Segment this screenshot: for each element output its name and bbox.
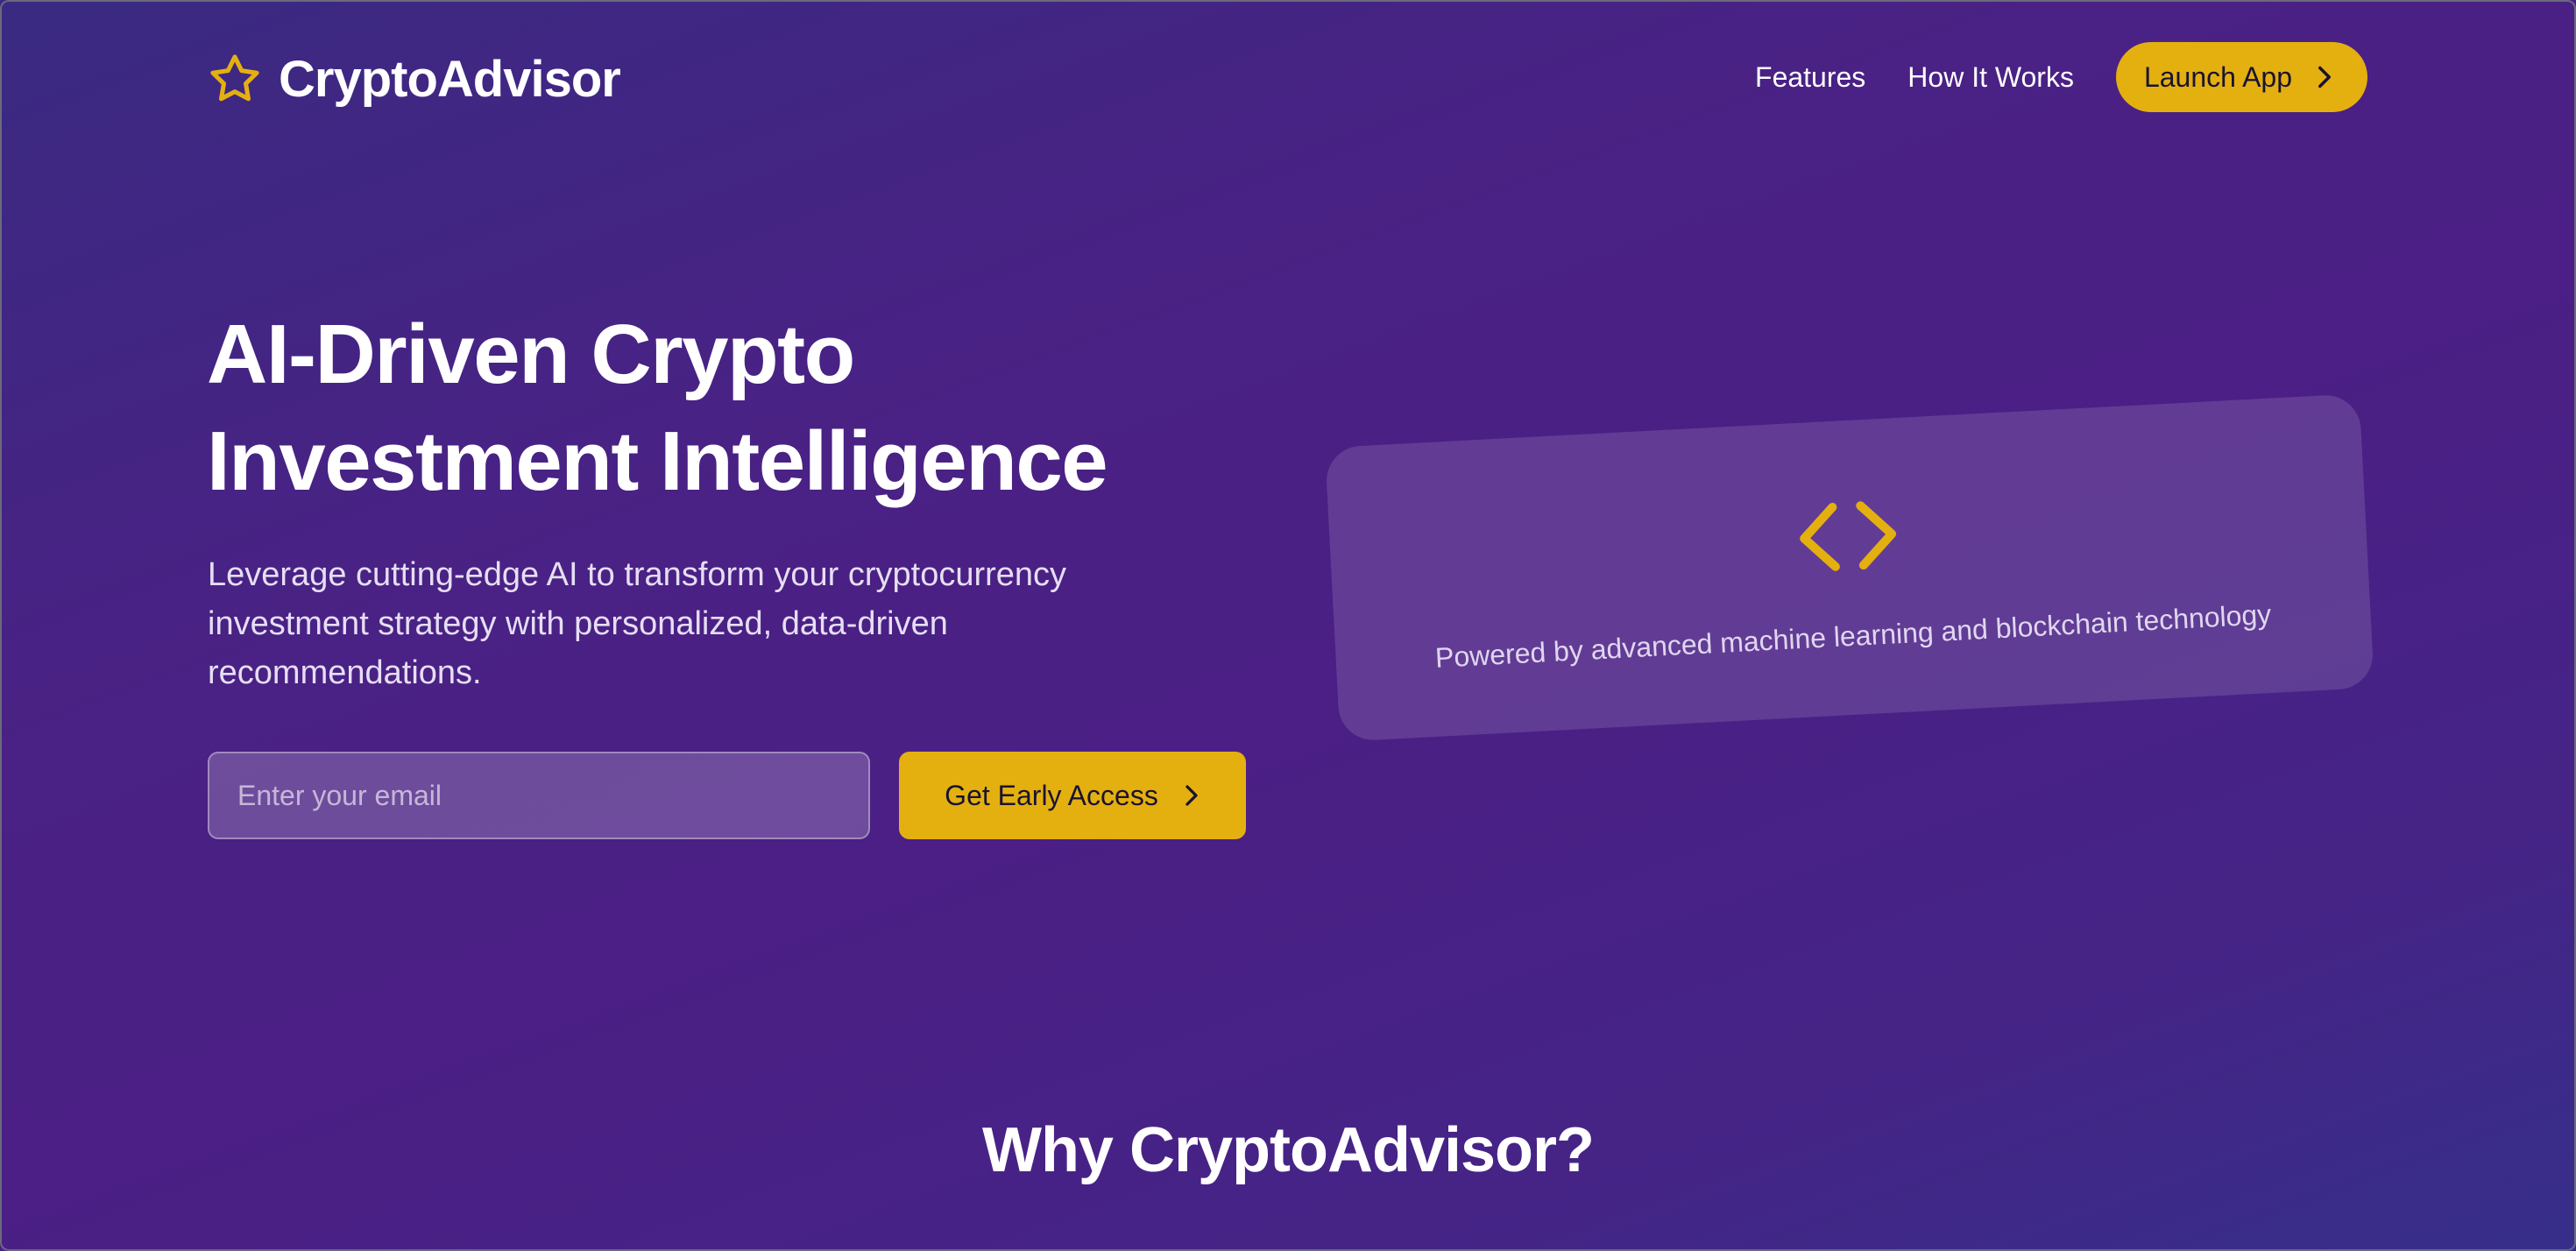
chevron-right-icon (1185, 785, 1198, 806)
chevron-right-icon (2318, 66, 2331, 88)
top-nav: CryptoAdvisor Features How It Works Laun… (0, 0, 2576, 158)
star-icon (210, 54, 259, 102)
section-title: Why CryptoAdvisor? (981, 1115, 1595, 1185)
email-input[interactable] (208, 752, 870, 839)
technology-caption: Powered by advanced machine learning and… (1434, 597, 2273, 674)
launch-app-button[interactable]: Launch App (2115, 42, 2367, 112)
get-early-access-button[interactable]: Get Early Access (899, 752, 1246, 839)
hero-title-line-1: AI-Driven Crypto (207, 307, 855, 401)
hero-title-line-2: Investment Intelligence (207, 414, 1108, 508)
launch-app-label: Launch App (2143, 60, 2292, 93)
hero-subtitle: Leverage cutting-edge AI to transform yo… (208, 556, 1067, 691)
nav-link-features[interactable]: Features (1755, 61, 1865, 94)
get-early-access-label: Get Early Access (945, 779, 1158, 811)
code-icon (1800, 501, 1897, 571)
nav-links: Features How It Works Launch App (1755, 40, 2367, 114)
hero-title: AI-Driven Crypto Investment Intelligence (207, 301, 1214, 515)
brand-name: CryptoAdvisor (279, 50, 621, 108)
technology-card: Powered by advanced machine learning and… (1325, 393, 2374, 742)
nav-link-how-it-works[interactable]: How It Works (1907, 61, 2074, 94)
brand-logo[interactable]: CryptoAdvisor (207, 47, 621, 110)
